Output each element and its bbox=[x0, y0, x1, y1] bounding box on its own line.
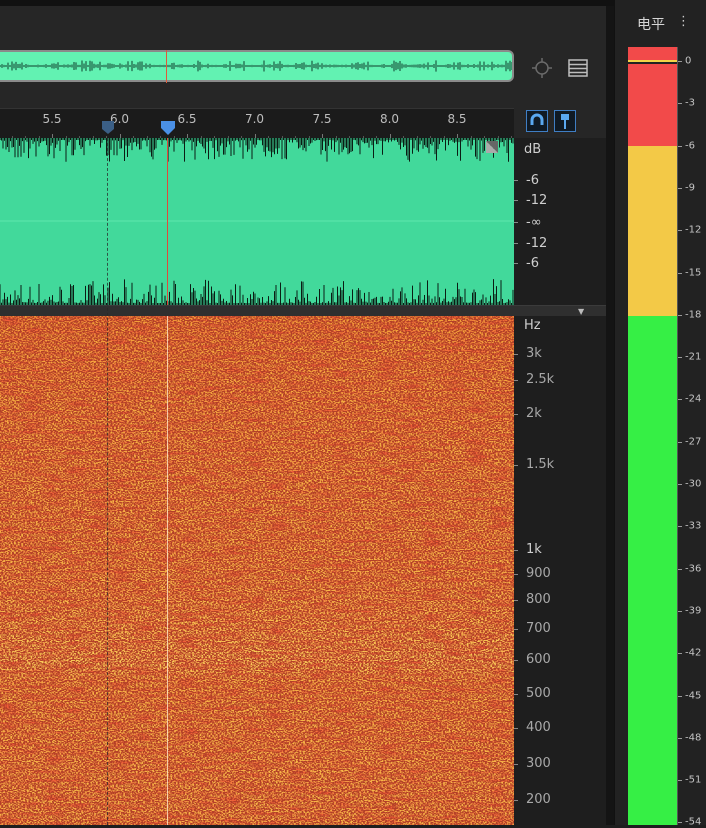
playhead-line-spectral bbox=[166, 316, 168, 825]
panel-menu-icon[interactable]: ⋮ bbox=[677, 14, 690, 29]
meter-tick bbox=[678, 230, 682, 232]
ruler-label: 8.0 bbox=[379, 112, 400, 126]
meter-scale-label: -30 bbox=[685, 478, 702, 490]
level-meter-scale: 0 -3 -6 -9 -12 -15 -18 -21 -24 -27 -30 -33 -36 -39 -42… bbox=[677, 47, 706, 828]
meter-ok-zone bbox=[628, 316, 677, 825]
meter-scale-label: -18 bbox=[685, 309, 702, 321]
meter-scale-label: -33 bbox=[685, 520, 702, 532]
meter-scale-label: -42 bbox=[685, 647, 702, 659]
zoom-target-button[interactable] bbox=[530, 56, 554, 80]
hz-label: 500 bbox=[526, 686, 551, 701]
meter-scale-label: -21 bbox=[685, 351, 702, 363]
level-meter-title[interactable]: 电平 bbox=[637, 14, 665, 34]
meter-tick bbox=[678, 272, 682, 274]
meter-tick bbox=[678, 187, 682, 189]
hz-label: 3k bbox=[526, 346, 542, 361]
meter-scale-label: -36 bbox=[685, 563, 702, 575]
list-view-button[interactable] bbox=[566, 56, 590, 80]
snap-toggle-button[interactable] bbox=[526, 110, 548, 132]
meter-tick bbox=[678, 145, 682, 147]
meter-scale-label: -12 bbox=[685, 224, 702, 236]
meter-scale-label: -39 bbox=[685, 605, 702, 617]
ruler-label: 6.5 bbox=[177, 112, 197, 126]
meter-tick bbox=[678, 61, 682, 62]
hz-label: 800 bbox=[526, 592, 551, 607]
overview-playhead bbox=[166, 50, 167, 83]
ruler-label: 7.5 bbox=[312, 112, 332, 126]
hz-label: 1.5k bbox=[526, 457, 555, 472]
meter-scale-label: -48 bbox=[685, 732, 702, 744]
frequency-scale: Hz 3k 2.5k 2k 1.5k 1k 900 800 700 600 50… bbox=[514, 316, 606, 825]
db-label: -12 bbox=[526, 236, 548, 251]
meter-tick bbox=[678, 568, 682, 570]
ruler-label: 7.0 bbox=[244, 112, 265, 126]
meter-tick bbox=[678, 399, 682, 401]
meter-peak-shadow bbox=[628, 62, 677, 64]
magnet-snap-icon bbox=[530, 113, 544, 125]
meter-tick bbox=[678, 103, 682, 105]
pin-marker-icon bbox=[561, 114, 569, 129]
meter-tick bbox=[678, 484, 682, 485]
marker-flag-icon bbox=[102, 121, 115, 134]
meter-scale-label: -6 bbox=[685, 140, 695, 152]
db-unit-label: dB bbox=[524, 142, 542, 157]
waveform-display[interactable] bbox=[0, 138, 514, 305]
db-label: -12 bbox=[526, 193, 548, 208]
meter-tick bbox=[678, 526, 682, 528]
ruler-label: 8.5 bbox=[447, 112, 467, 126]
meter-scale-label: -15 bbox=[685, 267, 702, 278]
db-label: -6 bbox=[526, 256, 539, 271]
time-ruler[interactable]: 5.5 6.0 6.5 7.0 7.5 8.0 8.5 bbox=[0, 108, 514, 139]
meter-scale-label: -24 bbox=[685, 393, 702, 405]
hz-label: 200 bbox=[526, 792, 551, 807]
hz-unit-label: Hz bbox=[524, 318, 541, 333]
marker-toggle-button[interactable] bbox=[554, 110, 576, 132]
hz-label: 2k bbox=[526, 406, 542, 421]
playhead-flag-icon bbox=[160, 121, 175, 135]
hz-label: 400 bbox=[526, 720, 551, 735]
hz-label: 900 bbox=[526, 566, 551, 581]
hz-label: 300 bbox=[526, 756, 551, 771]
overview-navigator[interactable] bbox=[0, 50, 514, 82]
meter-scale-label: -54 bbox=[685, 816, 702, 828]
meter-tick bbox=[678, 653, 682, 655]
hz-label: 700 bbox=[526, 621, 551, 636]
db-label: -∞ bbox=[526, 215, 542, 230]
selection-marker-line bbox=[107, 138, 109, 825]
meter-tick bbox=[678, 737, 682, 739]
hz-label: 600 bbox=[526, 652, 551, 667]
spectral-display[interactable] bbox=[0, 316, 514, 825]
meter-tick bbox=[678, 610, 682, 612]
meter-tick bbox=[678, 780, 682, 782]
zoom-target-icon bbox=[532, 58, 552, 78]
hz-label: 1k bbox=[526, 542, 542, 557]
meter-tick bbox=[678, 314, 682, 316]
meter-scale-label: -45 bbox=[685, 690, 702, 701]
selection-marker-handle[interactable] bbox=[101, 120, 115, 140]
db-label: -6 bbox=[526, 173, 539, 188]
spectrogram-image bbox=[0, 316, 514, 825]
meter-scale-label: -27 bbox=[685, 436, 702, 448]
meter-tick bbox=[678, 822, 682, 824]
meter-scale-label: -3 bbox=[685, 97, 695, 109]
meter-tick bbox=[678, 695, 682, 697]
meter-scale-label: -9 bbox=[685, 182, 695, 194]
meter-tick bbox=[678, 441, 682, 443]
chevron-down-icon[interactable]: ▼ bbox=[578, 307, 584, 316]
overview-waveform bbox=[0, 60, 512, 72]
playhead-handle[interactable] bbox=[160, 120, 176, 140]
panel-separator[interactable] bbox=[606, 6, 614, 825]
meter-warn-zone bbox=[628, 146, 677, 316]
meter-scale-label: 0 bbox=[685, 55, 692, 67]
hz-label: 2.5k bbox=[526, 372, 555, 387]
meter-scale-label: -51 bbox=[685, 774, 702, 786]
meter-tick bbox=[678, 357, 682, 359]
playhead-line bbox=[166, 138, 168, 305]
level-meter-bar bbox=[628, 47, 677, 825]
waveform-trace bbox=[0, 138, 514, 305]
list-view-icon bbox=[568, 59, 588, 77]
ruler-label: 5.5 bbox=[42, 112, 62, 126]
db-scale: dB -6 -12 -∞ -12 -6 bbox=[514, 138, 606, 305]
